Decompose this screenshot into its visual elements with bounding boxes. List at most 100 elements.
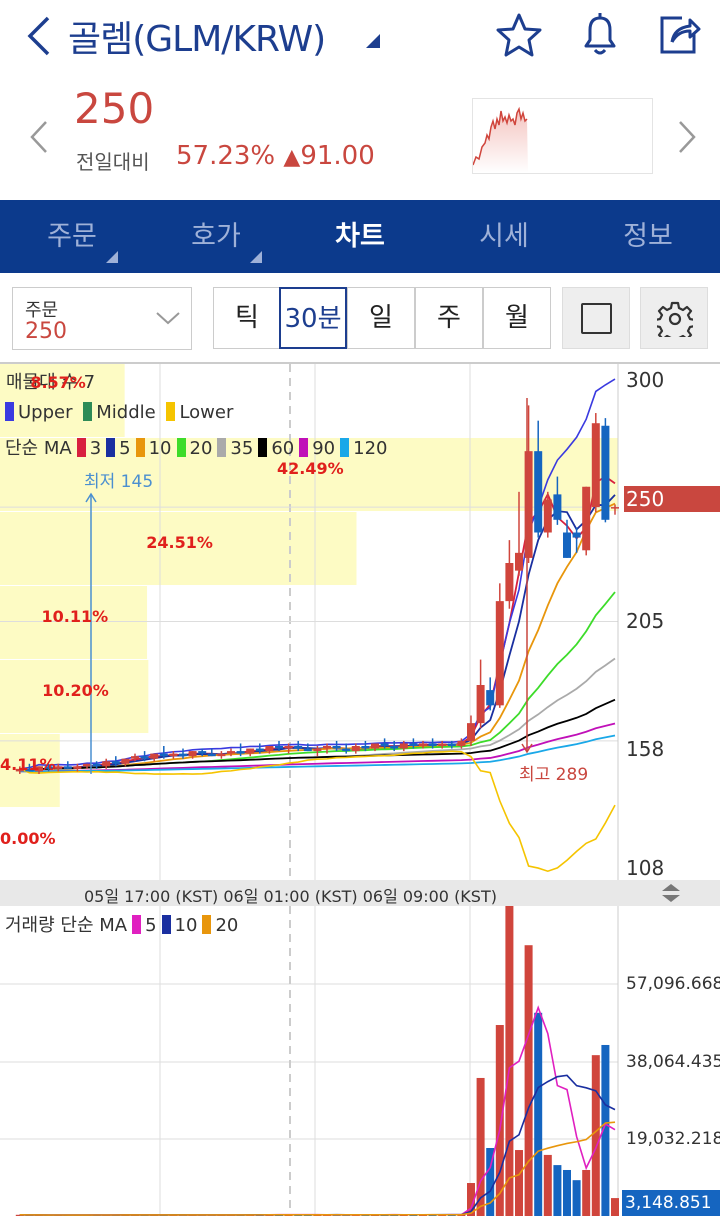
candle-body [303, 748, 312, 752]
order-select[interactable]: 주문 250 [12, 287, 192, 350]
candle-body [591, 423, 600, 508]
chart-settings-button[interactable] [640, 287, 708, 349]
y-tick: 300 [626, 368, 665, 392]
current-volume-tag: 3,148.851 [622, 1190, 720, 1216]
share-icon[interactable] [656, 12, 702, 58]
period-day[interactable]: 일 [347, 287, 415, 349]
tab-chart[interactable]: 차트 [288, 200, 432, 273]
candle-body [246, 748, 255, 754]
change-label: 전일대비 [76, 150, 150, 174]
volume-profile-pct: 8.57% [30, 373, 86, 392]
legend-swatch [83, 402, 93, 421]
candle-body [121, 758, 130, 764]
candle-body [275, 746, 283, 749]
candle-body [188, 751, 197, 757]
volume-bar [553, 1165, 562, 1216]
candle-body [323, 746, 331, 749]
candle-body [572, 532, 581, 538]
prev-coin-chevron-icon[interactable] [28, 120, 50, 154]
star-icon[interactable] [496, 12, 542, 58]
candle-body [207, 753, 216, 757]
time-axis-labels: 05일 17:00 (KST) 06일 01:00 (KST) 06일 09:0… [84, 887, 497, 906]
candle-body [390, 746, 399, 749]
candle-body [457, 740, 466, 746]
drawing-tool-button[interactable] [562, 287, 630, 349]
candle-body [102, 761, 111, 767]
change-info: 57.23% ▲91.00 [176, 141, 375, 171]
candle-body [563, 532, 571, 558]
candle-body [486, 690, 495, 706]
legend-lower: Lower [179, 402, 234, 423]
candle-body [361, 746, 370, 749]
candle-body [495, 601, 504, 706]
change-amount: 91.00 [300, 141, 375, 171]
gear-icon [657, 301, 693, 337]
candle-body [582, 486, 591, 551]
candle-body [83, 763, 91, 767]
candle-body [294, 746, 303, 749]
tab-order[interactable]: 주문 [0, 200, 144, 273]
tab-orderbook[interactable]: 호가 [144, 200, 288, 273]
candle-body [140, 756, 149, 759]
period-week[interactable]: 주 [415, 287, 483, 349]
candle-body [198, 751, 207, 754]
candle-body [332, 746, 341, 749]
candle-body [601, 425, 610, 520]
legend-swatch [299, 438, 309, 457]
volume-ma-period-label: 5 [145, 915, 157, 936]
dropdown-triangle-icon [250, 251, 262, 263]
price-chart[interactable]: 매물대 수 7 Upper Middle Lower 단순 MA 3 5 10 20 35… [0, 362, 720, 882]
main-tabs: 주문 호가 차트 시세 정보 [0, 200, 720, 273]
legend-swatch [132, 915, 142, 934]
candle-body [428, 743, 437, 746]
legend-swatch [202, 915, 212, 934]
candle-body [438, 743, 447, 746]
ma-period-label: 5 [119, 438, 131, 459]
ma-period-label: 120 [353, 438, 388, 459]
tab-label: 차트 [335, 221, 385, 252]
period-30min[interactable]: 30분 [279, 287, 347, 349]
volume-ma-label: 거래량 단순 MA [5, 915, 128, 936]
ma-period-label: 20 [189, 438, 213, 459]
tab-market-price[interactable]: 시세 [432, 200, 576, 273]
volume-chart[interactable]: 거래량 단순 MA 5 10 20 57,096.668 38,064.435 19,… [0, 906, 720, 1216]
caret-down-icon[interactable] [366, 34, 380, 48]
candle-body [92, 763, 101, 767]
candle-body [150, 753, 159, 759]
volume-bar [563, 1169, 571, 1216]
candle-body [236, 751, 245, 754]
candle-body [553, 494, 562, 520]
bollinger-legend: Upper Middle Lower [0, 402, 233, 423]
period-tick[interactable]: 틱 [213, 287, 281, 349]
coin-title[interactable]: 골렘(GLM/KRW) [68, 10, 326, 62]
time-axis[interactable]: 05일 17:00 (KST) 06일 01:00 (KST) 06일 09:0… [0, 880, 720, 906]
candle-body [543, 499, 552, 533]
volume-bar [572, 1180, 581, 1216]
ma-period-label: 3 [89, 438, 102, 459]
candle-body [409, 743, 418, 746]
next-coin-chevron-icon[interactable] [676, 120, 698, 154]
bell-icon[interactable] [578, 10, 622, 58]
ma-period-label: 10 [148, 438, 172, 459]
candle-body [447, 743, 456, 746]
high-label: 최고 289 [519, 765, 589, 785]
volume-bar [524, 945, 533, 1216]
y-tick: 205 [626, 609, 665, 633]
legend-swatch [106, 438, 116, 457]
volume-bar [534, 1012, 543, 1216]
tab-label: 정보 [623, 221, 673, 252]
volume-profile-pct: 42.49% [277, 459, 344, 478]
period-month[interactable]: 월 [483, 287, 551, 349]
candle-body [111, 761, 120, 764]
resize-handle-icon[interactable] [660, 883, 682, 903]
tab-label: 주문 [47, 221, 97, 252]
chevron-down-icon [156, 312, 180, 325]
tab-info[interactable]: 정보 [576, 200, 720, 273]
candle-body [169, 753, 178, 757]
legend-swatch [5, 402, 14, 421]
volume-tick: 38,064.435 [626, 1052, 720, 1072]
candle-body [524, 451, 533, 558]
volume-ma-legend: 거래량 단순 MA 5 10 20 [5, 911, 238, 937]
back-button[interactable] [22, 14, 54, 58]
candle-body [399, 743, 408, 749]
